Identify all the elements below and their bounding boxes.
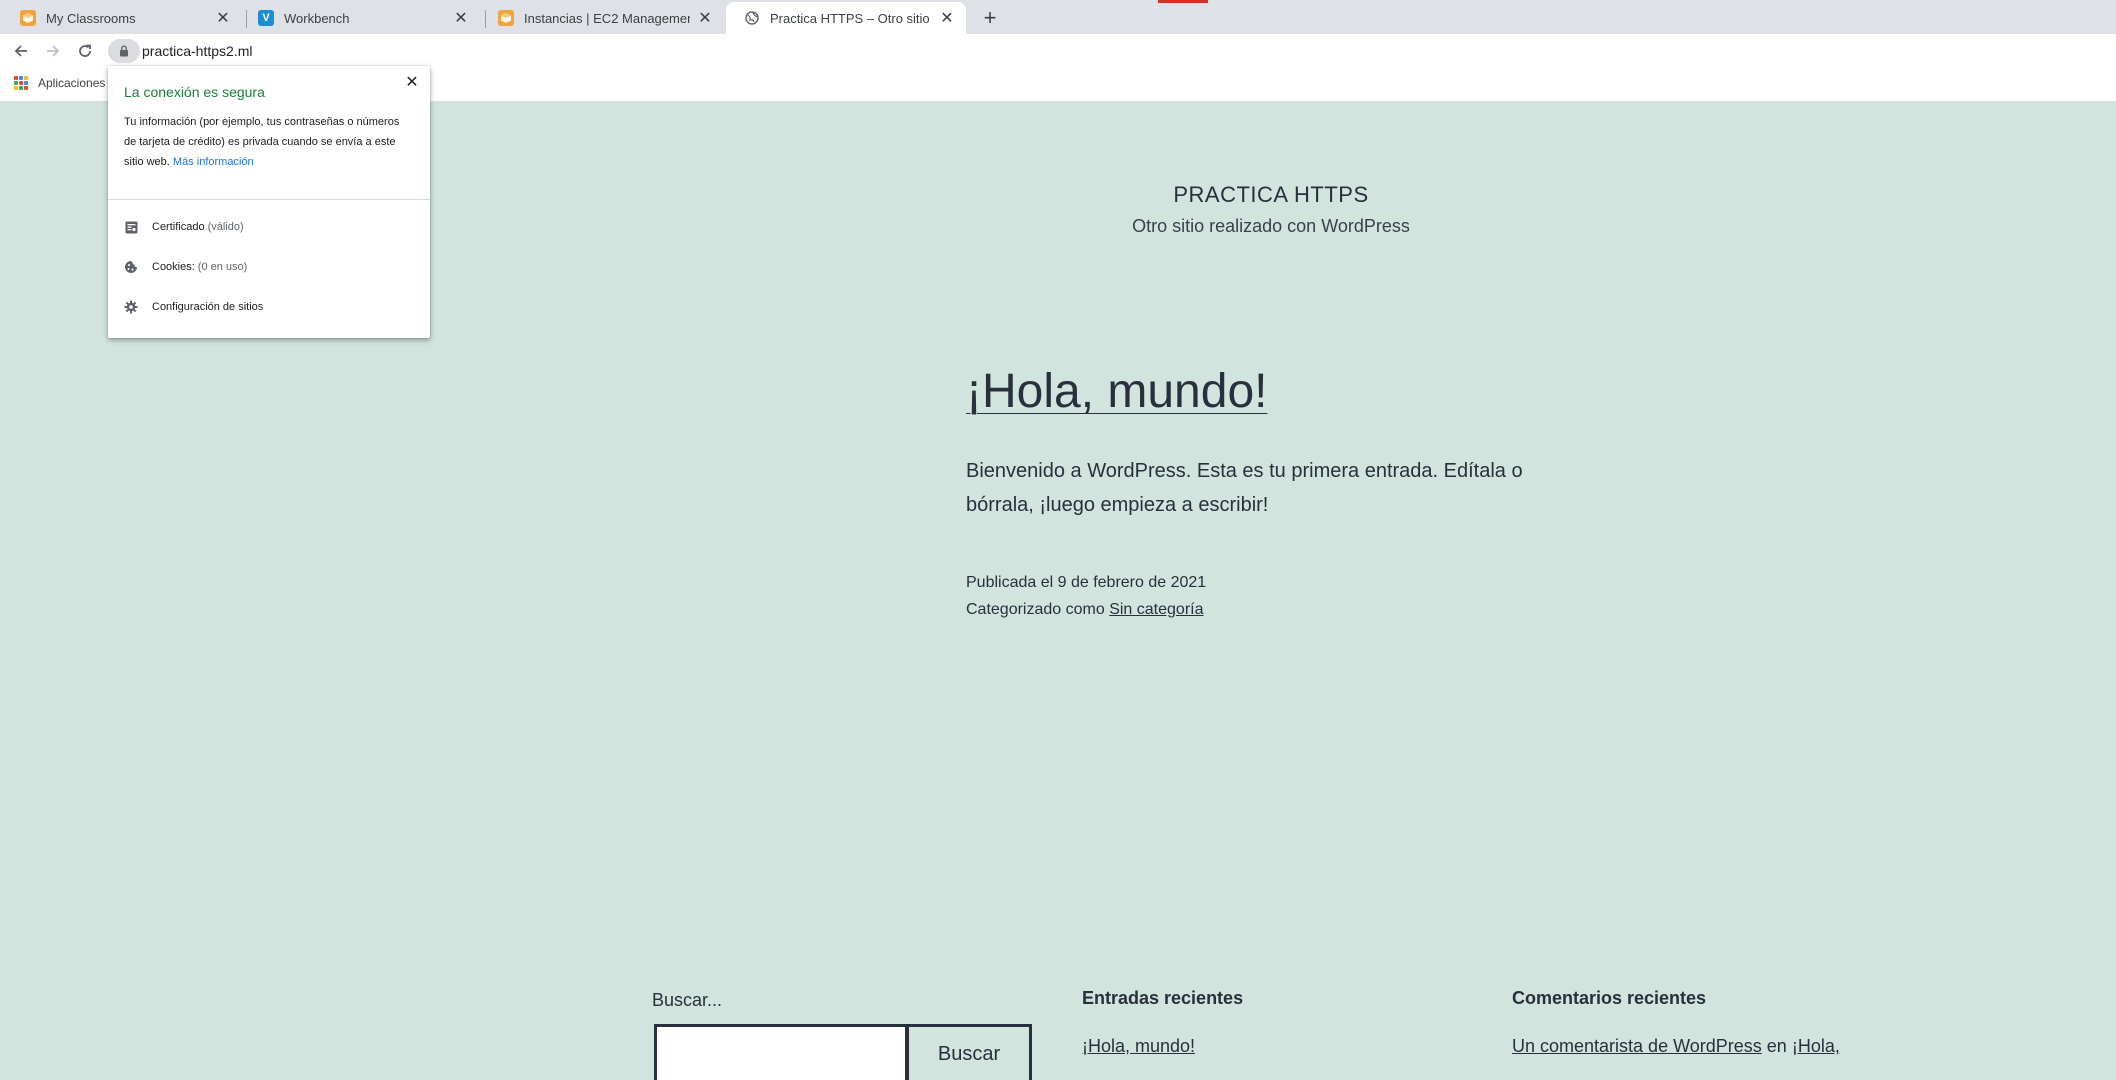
search-button[interactable]: Buscar: [906, 1024, 1032, 1080]
connection-description: Tu información (por ejemplo, tus contras…: [124, 112, 414, 172]
comment-author-link[interactable]: Un comentarista de WordPress: [1512, 1036, 1762, 1056]
recent-comment-item: Un comentarista de WordPress en ¡Hola,: [1512, 1036, 1840, 1057]
site-settings-label: Configuración de sitios: [152, 301, 264, 313]
more-info-link[interactable]: Más información: [173, 156, 254, 168]
cookies-label: Cookies:: [152, 261, 195, 273]
recent-posts-title: Entradas recientes: [1082, 988, 1244, 1008]
search-label: Buscar...: [652, 990, 723, 1010]
category-link[interactable]: Sin categoría: [1109, 601, 1203, 618]
browser-toolbar: practica-https2.ml: [0, 34, 2116, 68]
tab-my-classrooms[interactable]: My Classrooms ✕: [2, 2, 242, 34]
tab-workbench[interactable]: V Workbench ✕: [240, 2, 480, 34]
certificate-row[interactable]: Certificado (válido): [124, 220, 244, 234]
apps-grid-icon: [14, 76, 28, 90]
comment-post-link[interactable]: ¡Hola,: [1792, 1036, 1840, 1056]
tab-close-icon[interactable]: ✕: [452, 9, 470, 27]
search-input[interactable]: [654, 1024, 908, 1080]
aws-box-icon: [20, 10, 36, 26]
globe-icon: [744, 10, 760, 26]
post-published: Publicada el 9 de febrero de 2021: [966, 574, 1207, 591]
tab-title: My Classrooms: [46, 10, 136, 26]
vocareum-icon: V: [258, 10, 274, 26]
post-title-link[interactable]: ¡Hola, mundo!: [966, 364, 1267, 419]
apps-bookmark[interactable]: Aplicaciones: [14, 76, 105, 90]
site-settings-row[interactable]: Configuración de sitios: [124, 300, 263, 314]
tab-practica-https[interactable]: Practica HTTPS – Otro sitio realiz ✕: [726, 2, 966, 34]
lock-icon[interactable]: [108, 39, 140, 63]
tab-close-icon[interactable]: ✕: [696, 9, 714, 27]
close-icon[interactable]: ✕: [402, 72, 422, 92]
aws-box-icon: [498, 10, 514, 26]
comment-on-text: en: [1766, 1036, 1787, 1056]
post-category: Categorizado como Sin categoría: [966, 601, 1203, 619]
forward-button[interactable]: [40, 38, 66, 64]
connection-secure-title: La conexión es segura: [124, 84, 265, 100]
apps-label: Aplicaciones: [38, 76, 106, 90]
new-tab-button[interactable]: +: [976, 4, 1004, 32]
certificate-label: Certificado: [152, 221, 205, 233]
recent-post-link[interactable]: ¡Hola, mundo!: [1082, 1036, 1195, 1057]
tab-strip: My Classrooms ✕ V Workbench ✕ Instancias…: [0, 0, 2116, 34]
tab-title: Workbench: [284, 10, 350, 26]
tab-close-icon[interactable]: ✕: [214, 9, 232, 27]
tab-ec2-instances[interactable]: Instancias | EC2 Management Con ✕: [480, 2, 724, 34]
cookies-count: (0 en uso): [197, 261, 248, 273]
url-text[interactable]: practica-https2.ml: [142, 43, 252, 59]
address-bar[interactable]: practica-https2.ml: [108, 39, 2108, 63]
cookies-row[interactable]: Cookies: (0 en uso): [124, 260, 247, 274]
reload-icon: [79, 44, 91, 57]
back-button[interactable]: [8, 38, 34, 64]
cookie-icon: [124, 260, 138, 274]
certificate-status: (válido): [207, 221, 244, 233]
arrow-left-icon: [14, 45, 27, 57]
tab-title: Practica HTTPS – Otro sitio realiz: [770, 10, 932, 26]
description-text: Tu información (por ejemplo, tus contras…: [124, 116, 400, 168]
category-prefix: Categorizado como: [966, 601, 1105, 618]
recording-indicator: [1158, 0, 1208, 3]
certificate-icon: [124, 220, 138, 234]
recent-post-link-text[interactable]: ¡Hola, mundo!: [1082, 1036, 1195, 1056]
tab-title: Instancias | EC2 Management Con: [524, 10, 690, 26]
popup-divider: [108, 199, 430, 200]
recent-comments-title: Comentarios recientes: [1512, 988, 1707, 1008]
reload-button[interactable]: [72, 38, 98, 64]
gear-icon: [124, 300, 138, 314]
site-info-popup: ✕ La conexión es segura Tu información (…: [108, 66, 430, 338]
post-body: Bienvenido a WordPress. Esta es tu prime…: [966, 460, 1523, 516]
arrow-right-icon: [47, 45, 60, 57]
tab-close-icon[interactable]: ✕: [938, 9, 956, 27]
